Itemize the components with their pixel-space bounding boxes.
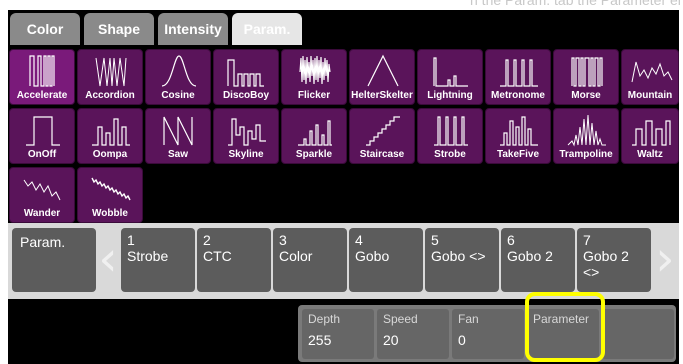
param-button-4[interactable]: 4 Gobo <box>349 228 423 292</box>
param-button-6[interactable]: 6 Gobo 2 <box>501 228 575 292</box>
effect-waltz[interactable]: Waltz <box>621 108 679 164</box>
skyline-icon <box>228 118 266 146</box>
saw-icon <box>163 116 193 146</box>
cosine-icon <box>161 55 197 87</box>
effect-discoboy[interactable]: DiscoBoy <box>213 49 279 105</box>
encoder-speed[interactable]: Speed 20 <box>377 309 449 359</box>
effect-skyline[interactable]: Skyline <box>213 108 279 164</box>
param-button-3[interactable]: 3 Color <box>273 228 347 292</box>
encoder-fan[interactable]: Fan 0 <box>452 309 524 359</box>
effect-morse[interactable]: Morse <box>553 49 619 105</box>
morse-icon <box>571 57 603 87</box>
effect-staircase[interactable]: Staircase <box>349 108 415 164</box>
onoff-icon <box>26 116 60 146</box>
effect-grid: Accelerate Accordion Cosine DiscoBoy Fli… <box>8 45 679 225</box>
effect-mountain[interactable]: Mountain <box>621 49 679 105</box>
param-button-7[interactable]: 7 Gobo 2 <> <box>577 228 651 292</box>
effects-window: Color Shape Intensity Param. Accelerate … <box>8 10 679 364</box>
effect-lightning[interactable]: Lightning <box>417 49 483 105</box>
parameter-selector-row: Param. ‹ 1 Strobe 2 CTC 3 Color 4 Gobo 5… <box>8 223 679 299</box>
tab-shape[interactable]: Shape <box>84 13 154 45</box>
accelerate-icon <box>29 55 55 87</box>
strobe-icon <box>434 116 468 146</box>
effect-sparkle[interactable]: Sparkle <box>281 108 347 164</box>
wander-icon <box>23 179 61 201</box>
effect-strobe[interactable]: Strobe <box>417 108 483 164</box>
effect-onoff[interactable]: OnOff <box>9 108 75 164</box>
tab-param[interactable]: Param. <box>232 13 302 45</box>
effect-wander[interactable]: Wander <box>9 167 75 223</box>
effect-oompa[interactable]: Oompa <box>77 108 143 164</box>
effect-saw[interactable]: Saw <box>145 108 211 164</box>
top-strip: n the Param. tab the Parameter encoder <box>0 0 683 10</box>
effect-helterskelter[interactable]: HelterSkelter <box>349 49 415 105</box>
encoder-depth[interactable]: Depth 255 <box>302 309 374 359</box>
param-button-2[interactable]: 2 CTC <box>197 228 271 292</box>
wobble-icon <box>91 177 131 201</box>
effect-trampoline[interactable]: Trampoline <box>553 108 619 164</box>
effect-takefive[interactable]: TakeFive <box>485 108 551 164</box>
effect-wobble[interactable]: Wobble <box>77 167 143 223</box>
tab-color[interactable]: Color <box>10 13 80 45</box>
metronome-icon <box>500 59 538 87</box>
accordion-icon <box>95 57 127 87</box>
sparkle-icon <box>298 120 332 146</box>
scroll-right-button[interactable]: › <box>653 231 677 291</box>
helterskelter-icon <box>367 54 399 87</box>
effect-accordion[interactable]: Accordion <box>77 49 143 105</box>
param-title: Param. <box>12 228 96 292</box>
staircase-icon <box>366 116 400 146</box>
effect-metronome[interactable]: Metronome <box>485 49 551 105</box>
mountain-icon <box>631 61 673 83</box>
param-button-1[interactable]: 1 Strobe <box>121 228 195 292</box>
waltz-icon <box>632 120 671 146</box>
effect-accelerate[interactable]: Accelerate <box>9 49 75 105</box>
flicker-icon <box>299 55 331 85</box>
oompa-icon <box>92 118 130 146</box>
encoder-panel: Depth 255 Speed 20 Fan 0 Parameter <box>298 305 676 362</box>
trampoline-icon <box>567 114 606 147</box>
effect-cosine[interactable]: Cosine <box>145 49 211 105</box>
top-partial-text: n the Param. tab the Parameter encoder <box>470 0 683 8</box>
scroll-left-button[interactable]: ‹ <box>96 231 120 291</box>
takefive-icon <box>500 116 538 146</box>
parameter-highlight-box <box>525 292 605 362</box>
tab-bar: Color Shape Intensity Param. <box>8 10 679 45</box>
encoder-empty[interactable] <box>602 309 674 359</box>
param-button-5[interactable]: 5 Gobo <> <box>425 228 499 292</box>
lightning-icon <box>433 57 468 87</box>
effect-flicker[interactable]: Flicker <box>281 49 347 105</box>
discoboy-icon <box>227 59 264 87</box>
tab-intensity[interactable]: Intensity <box>158 13 228 45</box>
